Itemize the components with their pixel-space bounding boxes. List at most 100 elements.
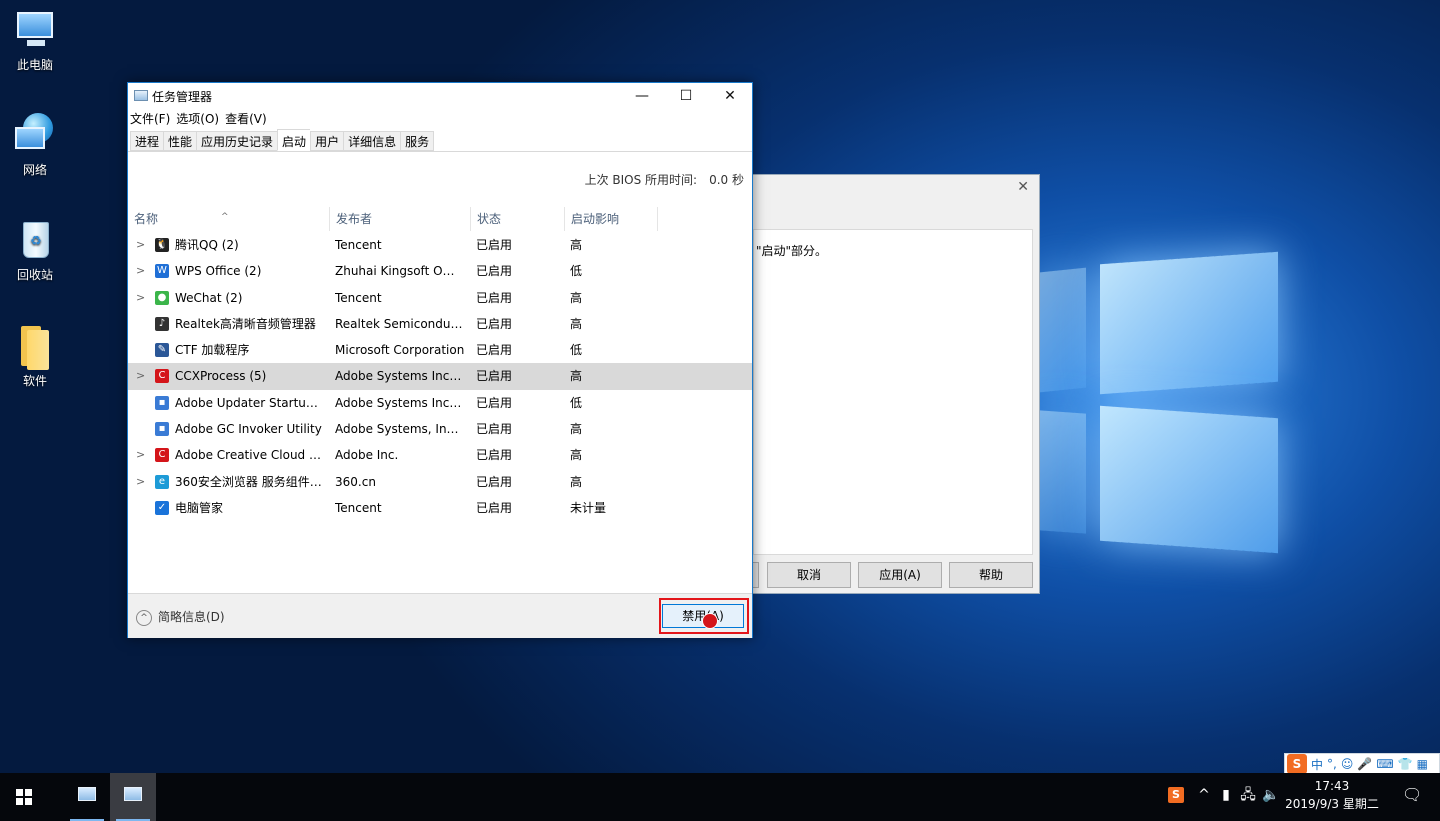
expand-chevron-icon[interactable]: > bbox=[136, 475, 145, 488]
desktop-icon-network[interactable]: 网络 bbox=[6, 113, 64, 178]
column-header: 名称 ^ 发布者 状态 启动影响 bbox=[128, 207, 752, 231]
task-manager-icon bbox=[134, 90, 148, 101]
table-row[interactable]: > 🐧 腾讯QQ (2) Tencent 已启用 高 bbox=[128, 232, 752, 258]
expand-chevron-icon[interactable]: > bbox=[136, 369, 145, 382]
notification-icon[interactable]: 🗨 bbox=[1402, 787, 1422, 803]
apply-button[interactable]: 应用(A) bbox=[858, 562, 942, 588]
toolbox-icon[interactable]: ▦ bbox=[1417, 757, 1428, 771]
row-status: 已启用 bbox=[476, 395, 513, 410]
qq-icon: 🐧 bbox=[155, 238, 169, 252]
expand-chevron-icon[interactable]: > bbox=[136, 448, 145, 461]
start-button[interactable] bbox=[0, 773, 48, 821]
tablet-icon[interactable]: ▮ bbox=[1218, 787, 1234, 803]
ccx-process-icon: C bbox=[155, 369, 169, 384]
realtek-audio-icon: ♪ bbox=[155, 316, 169, 331]
volume-icon[interactable]: 🔈 bbox=[1262, 787, 1279, 803]
close-icon[interactable]: ✕ bbox=[1017, 179, 1029, 195]
row-status: 已启用 bbox=[476, 290, 513, 305]
row-status: 已启用 bbox=[476, 316, 513, 331]
ime-mode[interactable]: 中 bbox=[1311, 756, 1323, 773]
keyboard-icon[interactable]: ⌨ bbox=[1376, 757, 1393, 771]
table-row[interactable]: > ● WeChat (2) Tencent 已启用 高 bbox=[128, 285, 752, 311]
tab-app-history[interactable]: 应用历史记录 bbox=[196, 131, 278, 151]
column-status[interactable]: 状态 bbox=[471, 207, 565, 231]
tab-strip: 进程 性能 应用历史记录 启动 用户 详细信息 服务 bbox=[130, 129, 435, 151]
clock[interactable]: 17:43 2019/9/3 星期二 bbox=[1282, 777, 1382, 813]
desktop-icon-recycle-bin[interactable]: ♻ 回收站 bbox=[6, 218, 64, 283]
column-name[interactable]: 名称 ^ bbox=[128, 207, 330, 231]
bios-time-value: 0.0 秒 bbox=[709, 173, 744, 187]
folder-icon bbox=[13, 324, 57, 370]
table-row[interactable]: ▪ Adobe Updater Startup Ut... Adobe System… bbox=[128, 390, 752, 416]
less-details-toggle[interactable]: ^ 简略信息(D) bbox=[136, 608, 225, 626]
sort-up-icon: ^ bbox=[221, 212, 229, 222]
table-row[interactable]: > C CCXProcess (5) Adobe Systems Incorp... 已… bbox=[128, 363, 752, 390]
network-tray-icon[interactable]: 🖧 bbox=[1240, 787, 1256, 803]
help-button[interactable]: 帮助 bbox=[949, 562, 1033, 588]
360-browser-icon: e bbox=[155, 474, 169, 489]
column-impact[interactable]: 启动影响 bbox=[565, 207, 658, 231]
emoji-icon[interactable]: ☺ bbox=[1341, 757, 1354, 771]
column-name-label: 名称 bbox=[134, 212, 159, 226]
expand-chevron-icon[interactable]: > bbox=[136, 291, 145, 304]
adobe-updater-icon: ▪ bbox=[155, 395, 169, 410]
sogou-tray-icon[interactable]: S bbox=[1168, 787, 1184, 803]
minimize-button[interactable]: — bbox=[620, 83, 664, 109]
menu-options[interactable]: 选项(O) bbox=[176, 109, 219, 129]
sogou-icon[interactable]: S bbox=[1287, 754, 1307, 774]
expand-chevron-icon[interactable]: > bbox=[136, 264, 145, 277]
tab-services[interactable]: 服务 bbox=[400, 131, 435, 151]
task-manager-icon bbox=[124, 787, 142, 801]
adobe-gc-icon: ▪ bbox=[155, 422, 169, 437]
menu-view[interactable]: 查看(V) bbox=[225, 109, 267, 129]
desktop-icon-software-folder[interactable]: 软件 bbox=[6, 324, 64, 389]
taskbar-app-task-manager[interactable] bbox=[110, 773, 156, 821]
cancel-button[interactable]: 取消 bbox=[767, 562, 851, 588]
tab-details[interactable]: 详细信息 bbox=[343, 131, 401, 151]
row-name: WeChat (2) bbox=[175, 290, 243, 305]
row-impact: 高 bbox=[570, 422, 583, 437]
tab-processes[interactable]: 进程 bbox=[130, 131, 164, 151]
table-row[interactable]: ✓ 电脑管家 Tencent 已启用 未计量 bbox=[128, 495, 752, 521]
row-publisher: Microsoft Corporation bbox=[335, 343, 465, 358]
taskbar: S ^ ▮ 🖧 🔈 17:43 2019/9/3 星期二 🗨 bbox=[0, 773, 1440, 821]
title-bar[interactable]: 任务管理器 — ☐ ✕ bbox=[128, 83, 752, 109]
desktop-icon-label: 软件 bbox=[22, 374, 47, 388]
dialog-text: "启动"部分。 bbox=[756, 244, 828, 258]
app-window-icon bbox=[78, 787, 96, 801]
close-button[interactable]: ✕ bbox=[708, 83, 752, 109]
punctuation-icon[interactable]: °, bbox=[1327, 757, 1337, 771]
task-manager-window: 任务管理器 — ☐ ✕ 文件(F) 选项(O) 查看(V) 进程 性能 应用历史… bbox=[127, 82, 753, 638]
row-publisher: Tencent bbox=[335, 238, 382, 252]
chevron-up-icon[interactable]: ^ bbox=[1196, 787, 1212, 803]
row-publisher: 360.cn bbox=[335, 474, 376, 489]
desktop-icon-this-pc[interactable]: 此电脑 bbox=[6, 8, 64, 73]
row-impact: 未计量 bbox=[570, 500, 607, 515]
row-status: 已启用 bbox=[476, 448, 513, 463]
table-row[interactable]: ▪ Adobe GC Invoker Utility Adobe Systems, … bbox=[128, 416, 752, 442]
tab-users[interactable]: 用户 bbox=[310, 131, 344, 151]
tab-performance[interactable]: 性能 bbox=[163, 131, 197, 151]
taskbar-app-1[interactable] bbox=[64, 773, 110, 821]
menu-file[interactable]: 文件(F) bbox=[130, 109, 170, 129]
table-row[interactable]: > C Adobe Creative Cloud (35) Adobe Inc. 已启用… bbox=[128, 442, 752, 468]
row-name: CTF 加载程序 bbox=[175, 343, 250, 358]
row-publisher: Tencent bbox=[335, 500, 382, 515]
ctf-loader-icon: ✎ bbox=[155, 343, 169, 358]
expand-chevron-icon[interactable]: > bbox=[136, 238, 145, 251]
row-status: 已启用 bbox=[476, 238, 513, 252]
row-impact: 高 bbox=[570, 448, 583, 463]
maximize-button[interactable]: ☐ bbox=[664, 83, 708, 109]
microphone-icon[interactable]: 🎤 bbox=[1357, 757, 1372, 771]
desktop-icon-label: 回收站 bbox=[16, 268, 53, 282]
table-row[interactable]: > W WPS Office (2) Zhuhai Kingsoft Office..… bbox=[128, 258, 752, 284]
table-row[interactable]: ♪ Realtek高清晰音频管理器 Realtek Semiconductor 已启用… bbox=[128, 311, 752, 337]
table-row[interactable]: ✎ CTF 加载程序 Microsoft Corporation 已启用 低 bbox=[128, 337, 752, 363]
skin-icon[interactable]: 👕 bbox=[1398, 757, 1413, 771]
tab-startup[interactable]: 启动 bbox=[277, 129, 311, 151]
table-row[interactable]: > e 360安全浏览器 服务组件 (2) 360.cn 已启用 高 bbox=[128, 469, 752, 495]
dialog-content: "启动"部分。 bbox=[753, 229, 1033, 555]
wechat-icon: ● bbox=[155, 290, 169, 305]
column-publisher[interactable]: 发布者 bbox=[330, 207, 471, 231]
menu-bar: 文件(F) 选项(O) 查看(V) bbox=[128, 109, 267, 129]
